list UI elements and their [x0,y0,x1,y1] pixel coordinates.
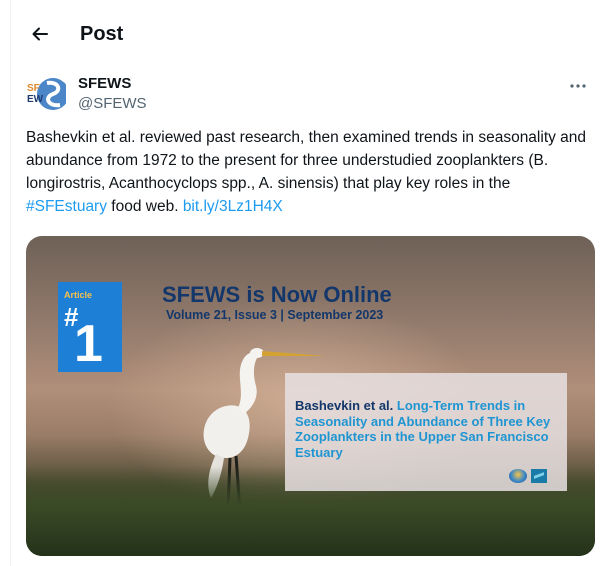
timeline-divider [10,0,11,566]
avatar[interactable]: SF EW [26,74,66,114]
url-link[interactable]: bit.ly/3Lz1H4X [183,198,283,215]
banner-subtitle: Volume 21, Issue 3 | September 2023 [166,308,384,322]
author-names: SFEWS @SFEWS [78,74,147,114]
tweet-body-text-end: food web. [106,198,183,215]
author-row: SF EW SFEWS @SFEWS [26,74,596,118]
article-citation: Bashevkin et al. Long-Term Trends in Sea… [295,398,563,460]
article-badge-label: Article [64,290,93,300]
publisher-logo-icon [531,469,547,483]
more-horizontal-icon [570,84,586,88]
svg-text:EW: EW [27,94,44,105]
svg-text:SF: SF [27,83,40,94]
tweet-text: Bashevkin et al. reviewed past research,… [26,126,594,218]
display-name[interactable]: SFEWS [78,74,147,94]
hashtag-link[interactable]: #SFEstuary [26,198,107,215]
more-options-button[interactable] [566,76,590,96]
publisher-logos [509,469,547,483]
page-title: Post [80,22,124,45]
banner-title: SFEWS is Now Online [162,282,392,307]
user-handle[interactable]: @SFEWS [78,94,147,114]
article-badge: Article # 1 [58,282,122,372]
post-header: Post [10,12,601,56]
tweet-media-image[interactable]: Article # 1 SFEWS is Now Online Volume 2… [26,236,595,556]
article-info-box: Bashevkin et al. Long-Term Trends in Sea… [285,373,567,491]
article-authors: Bashevkin et al. [295,398,394,413]
sfews-logo-icon: SF EW [26,74,66,114]
back-button[interactable] [22,16,58,52]
tweet-body-text: Bashevkin et al. reviewed past research,… [26,129,587,192]
arrow-left-icon [32,27,48,41]
article-badge-number: 1 [74,315,103,373]
delta-stewardship-logo-icon [509,469,527,483]
